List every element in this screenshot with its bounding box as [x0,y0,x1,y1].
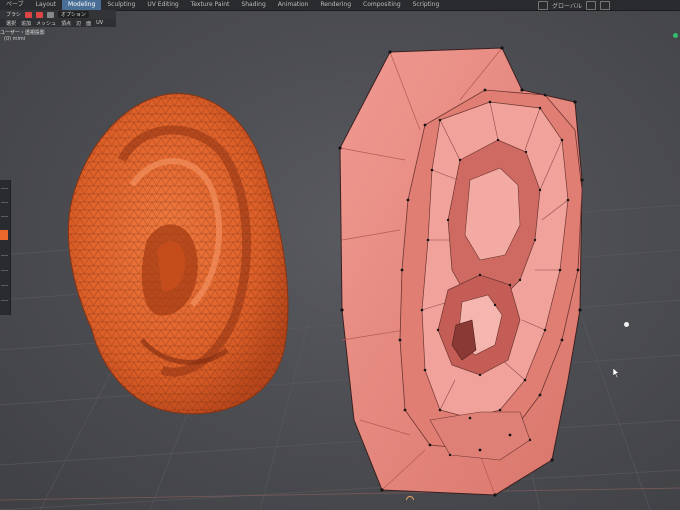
3d-viewport[interactable] [0,0,680,510]
mouse-cursor-icon [613,368,620,378]
tab-texture-paint[interactable]: Texture Paint [185,0,236,10]
tab-shading[interactable]: Shading [235,0,271,10]
sculpted-ear-mesh[interactable] [62,90,294,420]
tab-0[interactable]: ペーブ [0,0,30,10]
tool-row[interactable] [1,255,8,256]
pivot-icon[interactable] [538,0,549,10]
select-mode-icon-3[interactable] [46,11,54,18]
active-object-label: (0) mimi [4,36,26,42]
proportional-edit-icon[interactable] [600,0,610,10]
select-mode-icon-2[interactable] [35,11,43,18]
menu-add[interactable]: 追加 [21,20,31,27]
tool-row[interactable] [1,188,8,189]
menu-face[interactable]: 面 [86,20,91,27]
tool-row[interactable] [1,216,8,217]
brush-label: ブラシ [6,12,21,18]
active-tool-indicator[interactable] [0,230,8,240]
tab-animation[interactable]: Animation [272,0,315,10]
menu-mesh[interactable]: メッシュ [36,20,56,27]
tool-row[interactable] [1,300,8,301]
menu-vertex[interactable]: 頂点 [61,20,71,27]
view-mode-title: ユーザー・透視投影 [0,30,45,36]
tab-scripting[interactable]: Scripting [407,0,446,10]
viewport-menu-bar: 選択 追加 メッシュ 頂点 辺 面 UV [0,19,116,27]
tab-sculpting[interactable]: Sculpting [101,0,141,10]
tab-layout[interactable]: Layout [30,0,62,10]
tab-rendering[interactable]: Rendering [314,0,357,10]
tool-row[interactable] [1,285,8,286]
options-button[interactable]: オプション [57,11,89,18]
light-object[interactable] [624,322,629,327]
menu-select[interactable]: 選択 [6,20,16,27]
toolbar-panel[interactable] [0,180,11,315]
select-mode-icon[interactable] [24,11,32,18]
tab-compositing[interactable]: Compositing [357,0,407,10]
tool-row[interactable] [1,202,8,203]
menu-edge[interactable]: 辺 [76,20,81,27]
transform-orientation-select[interactable]: グローバル [552,1,582,10]
header-tools: グローバル [538,0,680,10]
tab-modeling[interactable]: Modeling [62,0,102,10]
snap-icon[interactable] [586,0,596,10]
menu-uv[interactable]: UV [96,20,103,26]
status-indicator-icon [673,33,678,38]
tool-row[interactable] [1,270,8,271]
lowpoly-ear-mesh[interactable] [330,40,600,500]
tool-settings-bar: ブラシ オプション [0,10,116,19]
tab-uv-editing[interactable]: UV Editing [141,0,184,10]
